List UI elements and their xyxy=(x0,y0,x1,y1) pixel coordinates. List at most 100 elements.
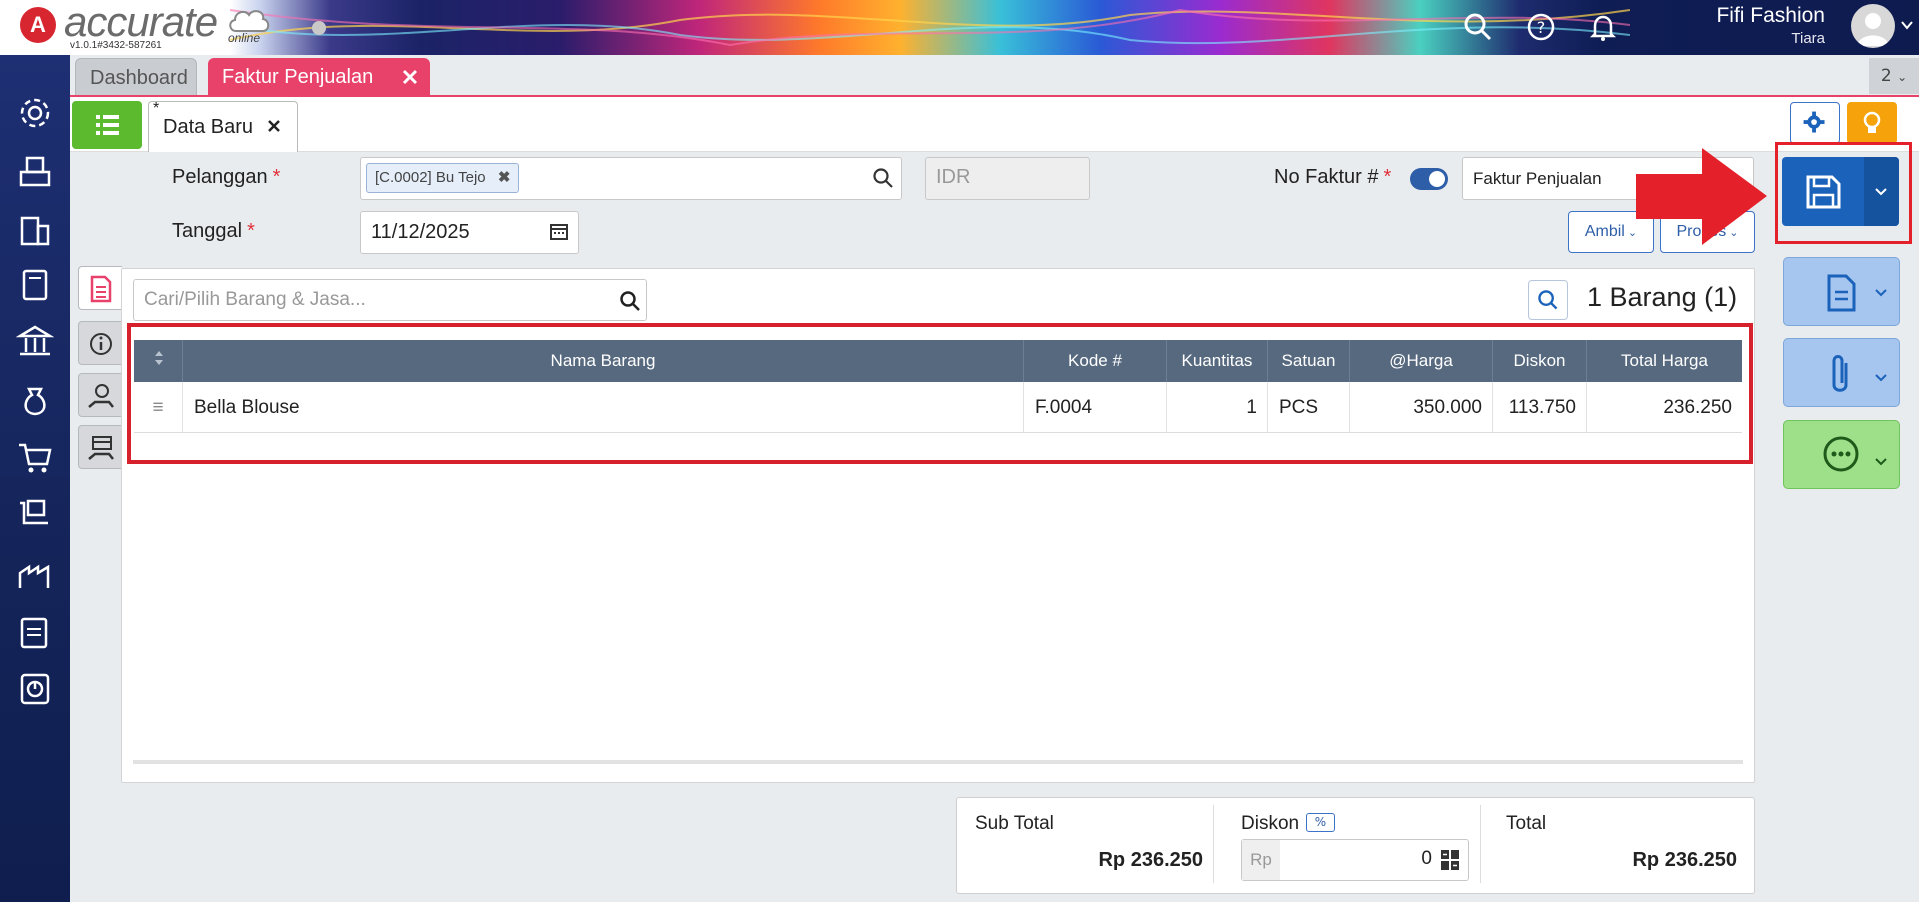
diskon-value: 0 xyxy=(1421,848,1432,869)
cell-kode[interactable]: F.0004 xyxy=(1024,382,1167,433)
close-tab-icon[interactable] xyxy=(401,68,419,86)
cell-satuan[interactable]: PCS xyxy=(1268,382,1350,433)
report-chart-icon[interactable] xyxy=(16,670,54,708)
total-label: Total xyxy=(1506,813,1547,834)
search-icon[interactable] xyxy=(872,167,894,189)
tab-payment[interactable] xyxy=(78,373,122,417)
calendar-icon[interactable] xyxy=(549,221,569,241)
cash-register-icon[interactable] xyxy=(16,152,54,190)
column-header-total-harga[interactable]: Total Harga xyxy=(1587,340,1742,382)
tab-count-dropdown[interactable]: 2 ⌄ xyxy=(1869,58,1919,94)
ledger-book-icon[interactable] xyxy=(16,266,54,304)
tab-dashboard[interactable]: Dashboard xyxy=(75,58,197,96)
panel-bottom-bar xyxy=(133,760,1743,764)
auto-number-toggle[interactable] xyxy=(1410,168,1448,190)
user-name: Tiara xyxy=(1791,30,1825,47)
list-view-button[interactable] xyxy=(72,101,142,149)
search-items-button[interactable] xyxy=(1528,280,1568,320)
cell-harga[interactable]: 350.000 xyxy=(1350,382,1493,433)
top-header xyxy=(0,0,1919,55)
inventory-cart-icon[interactable] xyxy=(16,495,54,533)
customer-chip[interactable]: [C.0002] Bu Tejo ✖ xyxy=(366,163,520,193)
table-row[interactable]: ≡ Bella Blouse F.0004 1 PCS 350.000 113.… xyxy=(134,382,1742,433)
divider xyxy=(1213,805,1214,883)
more-options-button[interactable] xyxy=(1783,420,1900,489)
gear-icon xyxy=(1803,111,1825,133)
tab-cost[interactable] xyxy=(78,425,122,469)
tanggal-input[interactable]: 11/12/2025 xyxy=(360,211,579,254)
no-faktur-label-text: No Faktur # xyxy=(1274,166,1379,188)
chevron-down-icon xyxy=(1875,188,1887,196)
avatar[interactable] xyxy=(1851,4,1895,48)
tanggal-label: Tanggal * xyxy=(172,220,255,243)
tips-button[interactable] xyxy=(1847,102,1897,144)
help-icon[interactable]: ? xyxy=(1525,11,1557,43)
chevron-down-icon[interactable] xyxy=(1900,18,1914,32)
column-header-satuan[interactable]: Satuan xyxy=(1268,340,1350,382)
currency-field[interactable]: IDR xyxy=(925,157,1090,200)
bell-icon[interactable] xyxy=(1587,11,1619,43)
header-background-art xyxy=(230,8,1630,47)
customer-chip-label: [C.0002] Bu Tejo xyxy=(375,169,486,186)
sub-total-value: Rp 236.250 xyxy=(1098,849,1203,871)
tab-detail-barang[interactable] xyxy=(78,266,122,310)
red-arrow-annotation xyxy=(1636,148,1767,245)
close-icon[interactable] xyxy=(267,119,281,133)
column-header-kuantitas[interactable]: Kuantitas xyxy=(1167,340,1268,382)
document-icon xyxy=(1827,274,1887,312)
tanggal-label-text: Tanggal xyxy=(172,220,243,242)
calculator-icon[interactable] xyxy=(1440,849,1460,871)
settings-icon[interactable] xyxy=(16,94,54,132)
cell-diskon[interactable]: 113.750 xyxy=(1493,382,1587,433)
cell-kuantitas[interactable]: 1 xyxy=(1167,382,1268,433)
money-bag-icon[interactable] xyxy=(16,381,54,419)
remove-chip-icon[interactable]: ✖ xyxy=(498,169,511,186)
shopping-cart-icon[interactable] xyxy=(16,438,54,476)
list-icon xyxy=(96,115,119,135)
column-header-nama-barang[interactable]: Nama Barang xyxy=(183,340,1024,382)
company-building-icon[interactable] xyxy=(16,210,54,248)
document-list-icon xyxy=(90,275,112,303)
item-count-label: 1 Barang (1) xyxy=(1587,282,1738,312)
sub-total-label: Sub Total xyxy=(975,813,1054,834)
info-icon xyxy=(90,333,112,355)
column-header-kode[interactable]: Kode # xyxy=(1024,340,1167,382)
tab-info[interactable] xyxy=(78,321,122,365)
attachment-button[interactable] xyxy=(1783,338,1900,407)
sort-handle-column[interactable] xyxy=(134,340,183,382)
search-icon[interactable] xyxy=(619,290,641,312)
save-options-dropdown[interactable] xyxy=(1864,157,1899,226)
diskon-total-label: Diskon xyxy=(1241,813,1300,834)
logo-icon[interactable]: A xyxy=(20,7,56,43)
item-search-input[interactable]: Cari/Pilih Barang & Jasa... xyxy=(133,279,647,321)
divider xyxy=(1480,805,1481,883)
column-header-harga[interactable]: @Harga xyxy=(1350,340,1493,382)
required-mark: * xyxy=(272,166,281,188)
search-icon[interactable] xyxy=(1462,11,1494,43)
bank-icon[interactable] xyxy=(16,322,54,360)
items-table-header: Nama Barang Kode # Kuantitas Satuan @Har… xyxy=(134,340,1742,382)
print-document-button[interactable] xyxy=(1783,257,1900,326)
settings-button[interactable] xyxy=(1790,102,1840,144)
tab-data-baru-label: Data Baru xyxy=(163,116,254,138)
drag-handle-icon[interactable]: ≡ xyxy=(134,382,183,433)
factory-icon[interactable] xyxy=(16,555,54,593)
search-icon xyxy=(1538,290,1558,310)
column-header-diskon[interactable]: Diskon xyxy=(1493,340,1587,382)
rp-prefix: Rp xyxy=(1242,840,1280,880)
no-faktur-label: No Faktur # * xyxy=(1274,166,1391,189)
logo-online-label: online xyxy=(228,31,261,45)
document-toolbar xyxy=(70,97,1919,152)
paperclip-icon xyxy=(1832,355,1887,392)
tab-count-value: 2 xyxy=(1880,66,1892,86)
cell-nama-barang[interactable]: Bella Blouse xyxy=(183,382,1024,433)
user-company-name[interactable]: Fifi Fashion xyxy=(1716,4,1825,28)
user-icon xyxy=(1857,13,1889,46)
status-dot xyxy=(312,21,326,35)
more-dots-icon xyxy=(1823,436,1887,472)
tax-icon[interactable] xyxy=(16,614,54,652)
tab-faktur-penjualan[interactable]: Faktur Penjualan xyxy=(208,58,430,96)
percent-toggle-button[interactable]: % xyxy=(1306,813,1335,832)
version-label: v1.0.1#3432-587261 xyxy=(70,40,162,51)
cell-total-harga[interactable]: 236.250 xyxy=(1587,382,1742,433)
